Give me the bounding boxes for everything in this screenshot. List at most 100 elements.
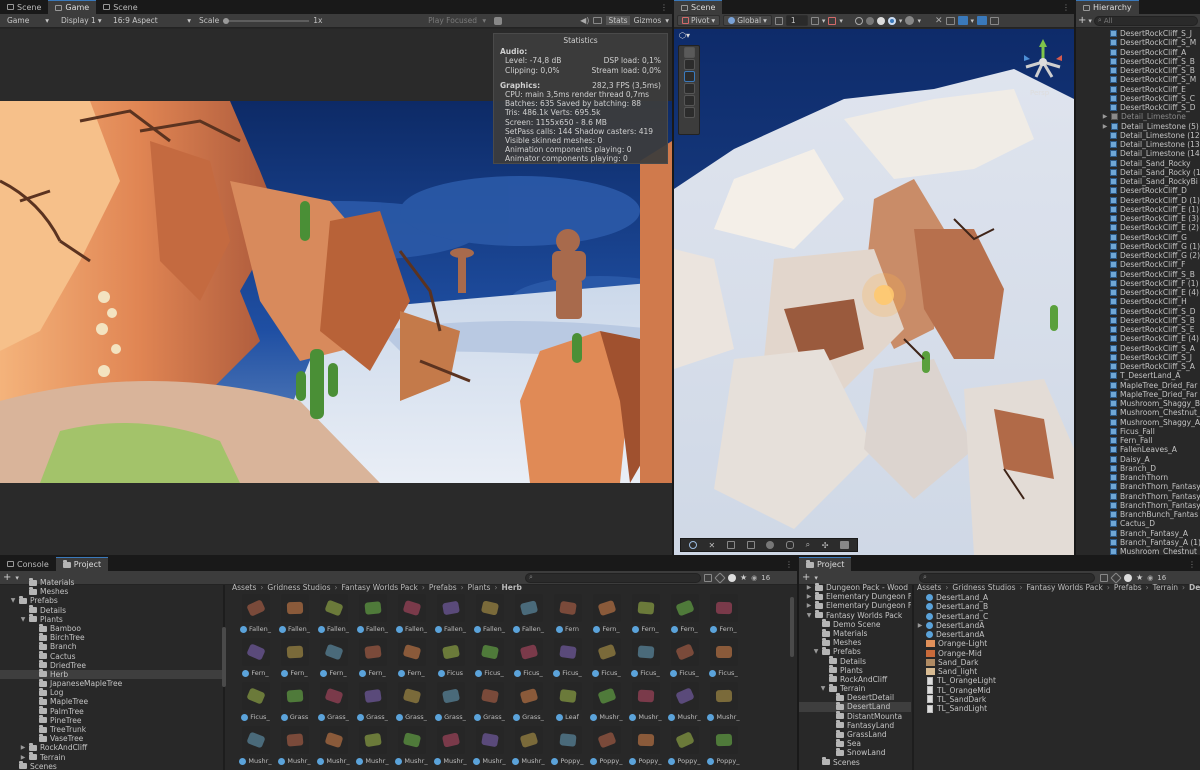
- folder-tree-item[interactable]: TreeTrunk: [0, 724, 222, 734]
- grid-snap-icon[interactable]: [774, 16, 783, 25]
- folder-tree-item[interactable]: ▶ Dungeon Pack - Wood +: [799, 583, 911, 592]
- favorite-icon[interactable]: ★: [740, 573, 747, 582]
- move-icon[interactable]: ✣: [822, 541, 829, 550]
- hand-tool-icon[interactable]: [683, 47, 695, 58]
- asset-tile[interactable]: Leaf: [548, 682, 587, 721]
- folder-tree-item[interactable]: ▼ Prefabs: [799, 646, 911, 656]
- hierarchy-item[interactable]: Daisy_A: [1076, 455, 1200, 464]
- hierarchy-item[interactable]: Ficus_Fall: [1076, 427, 1200, 436]
- hierarchy-search-field[interactable]: ⌕ All: [1093, 15, 1198, 26]
- search-icon[interactable]: ⌕: [806, 540, 810, 550]
- asset-tile[interactable]: Fallen_: [275, 594, 314, 633]
- hierarchy-item[interactable]: ▶ Detail_Limestone: [1076, 112, 1200, 121]
- folder-tree-item[interactable]: SnowLand: [799, 747, 911, 757]
- asset-tile[interactable]: Ficus_: [470, 638, 509, 677]
- breadcrumb-item[interactable]: Assets: [917, 583, 941, 592]
- folder-tree-item[interactable]: ▼ Plants: [0, 614, 222, 624]
- folder-tree-item[interactable]: Bamboo: [0, 623, 222, 633]
- hierarchy-item[interactable]: Branch_D: [1076, 464, 1200, 473]
- hierarchy-item[interactable]: Cactus_D: [1076, 519, 1200, 528]
- scale-slider-handle[interactable]: [223, 17, 230, 24]
- folder-tree-item[interactable]: Herb: [0, 669, 222, 680]
- aspect-dropdown[interactable]: 16:9 Aspect ▾: [109, 15, 195, 26]
- stats-panel-icon[interactable]: [593, 17, 603, 24]
- rotate-tool-icon[interactable]: [683, 71, 695, 82]
- hierarchy-item[interactable]: DesertRockCliff_S_A: [1076, 344, 1200, 353]
- asset-tile[interactable]: Fern_: [275, 638, 314, 677]
- folder-tree-item[interactable]: Sea: [799, 738, 911, 748]
- tab-console[interactable]: Console: [0, 557, 56, 571]
- asset-tile[interactable]: Fallen_: [509, 594, 548, 633]
- move-tool-icon[interactable]: [683, 59, 695, 70]
- game-viewport[interactable]: Statistics Audio: Level: -74,8 dB DSP loa…: [0, 29, 672, 555]
- breadcrumb-item[interactable]: Herb: [501, 583, 521, 592]
- hierarchy-item[interactable]: BranchThorn_Fantasy: [1076, 501, 1200, 510]
- hierarchy-item[interactable]: DesertRockCliff_S_B: [1076, 57, 1200, 66]
- asset-tile[interactable]: Grass_: [314, 682, 353, 721]
- asset-tile[interactable]: Fallen_: [353, 594, 392, 633]
- hierarchy-item[interactable]: DesertRockCliff_S_J: [1076, 29, 1200, 38]
- hierarchy-item[interactable]: Branch_Fantasy_A (1): [1076, 538, 1200, 547]
- more-options-icon[interactable]: ⋮: [1188, 560, 1200, 569]
- scale-tool-icon[interactable]: [683, 83, 695, 94]
- tool-x-icon[interactable]: ✕: [709, 541, 716, 550]
- overlay-menu-icon[interactable]: ⬡▾: [679, 31, 695, 42]
- grid-icon[interactable]: [726, 541, 735, 549]
- folder-tree-item[interactable]: ▼ Fantasy Worlds Pack: [799, 610, 911, 620]
- asset-tile[interactable]: Poppy_: [704, 726, 743, 765]
- paint-icon[interactable]: [785, 541, 794, 549]
- draw-mode-shaded-icon[interactable]: [865, 16, 874, 25]
- settings-icon[interactable]: [840, 541, 850, 549]
- breadcrumb-item[interactable]: Gridness Studios: [952, 583, 1015, 592]
- chevron-right-icon[interactable]: ▶: [917, 621, 923, 630]
- asset-tile[interactable]: Fern_: [704, 594, 743, 633]
- folder-tree-item[interactable]: Materials: [0, 578, 222, 587]
- hierarchy-item[interactable]: Detail_Limestone (13): [1076, 140, 1200, 149]
- folder-tree-item[interactable]: Meshes: [0, 586, 222, 596]
- folder-tree-item[interactable]: Meshes: [799, 637, 911, 647]
- asset-tile[interactable]: Fallen_: [236, 594, 275, 633]
- hierarchy-item[interactable]: T_DesertLand_A: [1076, 371, 1200, 380]
- chevron-down-icon[interactable]: ▼: [20, 615, 26, 624]
- folder-tree-item[interactable]: VaseTree: [0, 733, 222, 743]
- asset-tile[interactable]: Ficus_: [548, 638, 587, 677]
- tree-divider-2[interactable]: [912, 585, 914, 770]
- folder-tree-item[interactable]: ▼ Terrain: [799, 683, 911, 693]
- project-search-field[interactable]: ⌕: [525, 572, 701, 583]
- folder-tree-item[interactable]: Details: [0, 605, 222, 615]
- hierarchy-item[interactable]: Branch_Fantasy_A: [1076, 529, 1200, 538]
- hierarchy-item[interactable]: DesertRockCliff_S_E: [1076, 325, 1200, 334]
- chevron-down-icon[interactable]: ▼: [10, 596, 16, 605]
- breadcrumb-item[interactable]: Gridness Studios: [267, 583, 330, 592]
- search-by-label-icon[interactable]: [714, 571, 726, 584]
- chevron-right-icon[interactable]: ▶: [806, 583, 812, 592]
- asset-tile[interactable]: Mushr_: [704, 682, 743, 721]
- asset-tile[interactable]: Fern: [548, 594, 587, 633]
- breadcrumb-item[interactable]: Prefabs: [429, 583, 457, 592]
- hierarchy-item[interactable]: Detail_Sand_RockyBi: [1076, 177, 1200, 186]
- asset-tile[interactable]: Fern_: [353, 638, 392, 677]
- hierarchy-item[interactable]: DesertRockCliff_S_M: [1076, 75, 1200, 84]
- camera-icon[interactable]: [945, 16, 955, 25]
- asset-tile[interactable]: Ficus_: [626, 638, 665, 677]
- display-dropdown[interactable]: Display 1 ▾: [57, 15, 105, 26]
- scene-viewport[interactable]: ⬡▾ Persp ✕ ⌕ ✣: [674, 29, 1074, 555]
- hierarchy-item[interactable]: FallenLeaves_A: [1076, 445, 1200, 454]
- folder-tree-item[interactable]: DesertLand: [799, 702, 911, 712]
- asset-tile[interactable]: Poppy_: [626, 726, 665, 765]
- folder-tree-item[interactable]: BirchTree: [0, 632, 222, 642]
- tab-hierarchy[interactable]: Hierarchy: [1076, 0, 1139, 14]
- folder-tree-item[interactable]: Details: [799, 656, 911, 666]
- hierarchy-item[interactable]: DesertRockCliff_E (4): [1076, 334, 1200, 343]
- hierarchy-item[interactable]: Mushroom_Chestnut: [1076, 547, 1200, 555]
- rect-tool-icon[interactable]: [683, 95, 695, 106]
- asset-tile[interactable]: Mushr_: [392, 726, 431, 765]
- hierarchy-item[interactable]: Mushroom_Shaggy_B: [1076, 399, 1200, 408]
- chevron-down-icon[interactable]: ▼: [820, 684, 826, 693]
- global-dropdown[interactable]: Global ▾: [723, 15, 772, 26]
- hierarchy-item[interactable]: DesertRockCliff_S_A: [1076, 362, 1200, 371]
- hierarchy-item[interactable]: Detail_Sand_Rocky: [1076, 159, 1200, 168]
- folder-tree-item[interactable]: ▼ Prefabs: [0, 595, 222, 605]
- breadcrumb-item[interactable]: Prefabs: [1114, 583, 1142, 592]
- asset-tile[interactable]: Ficus_: [665, 638, 704, 677]
